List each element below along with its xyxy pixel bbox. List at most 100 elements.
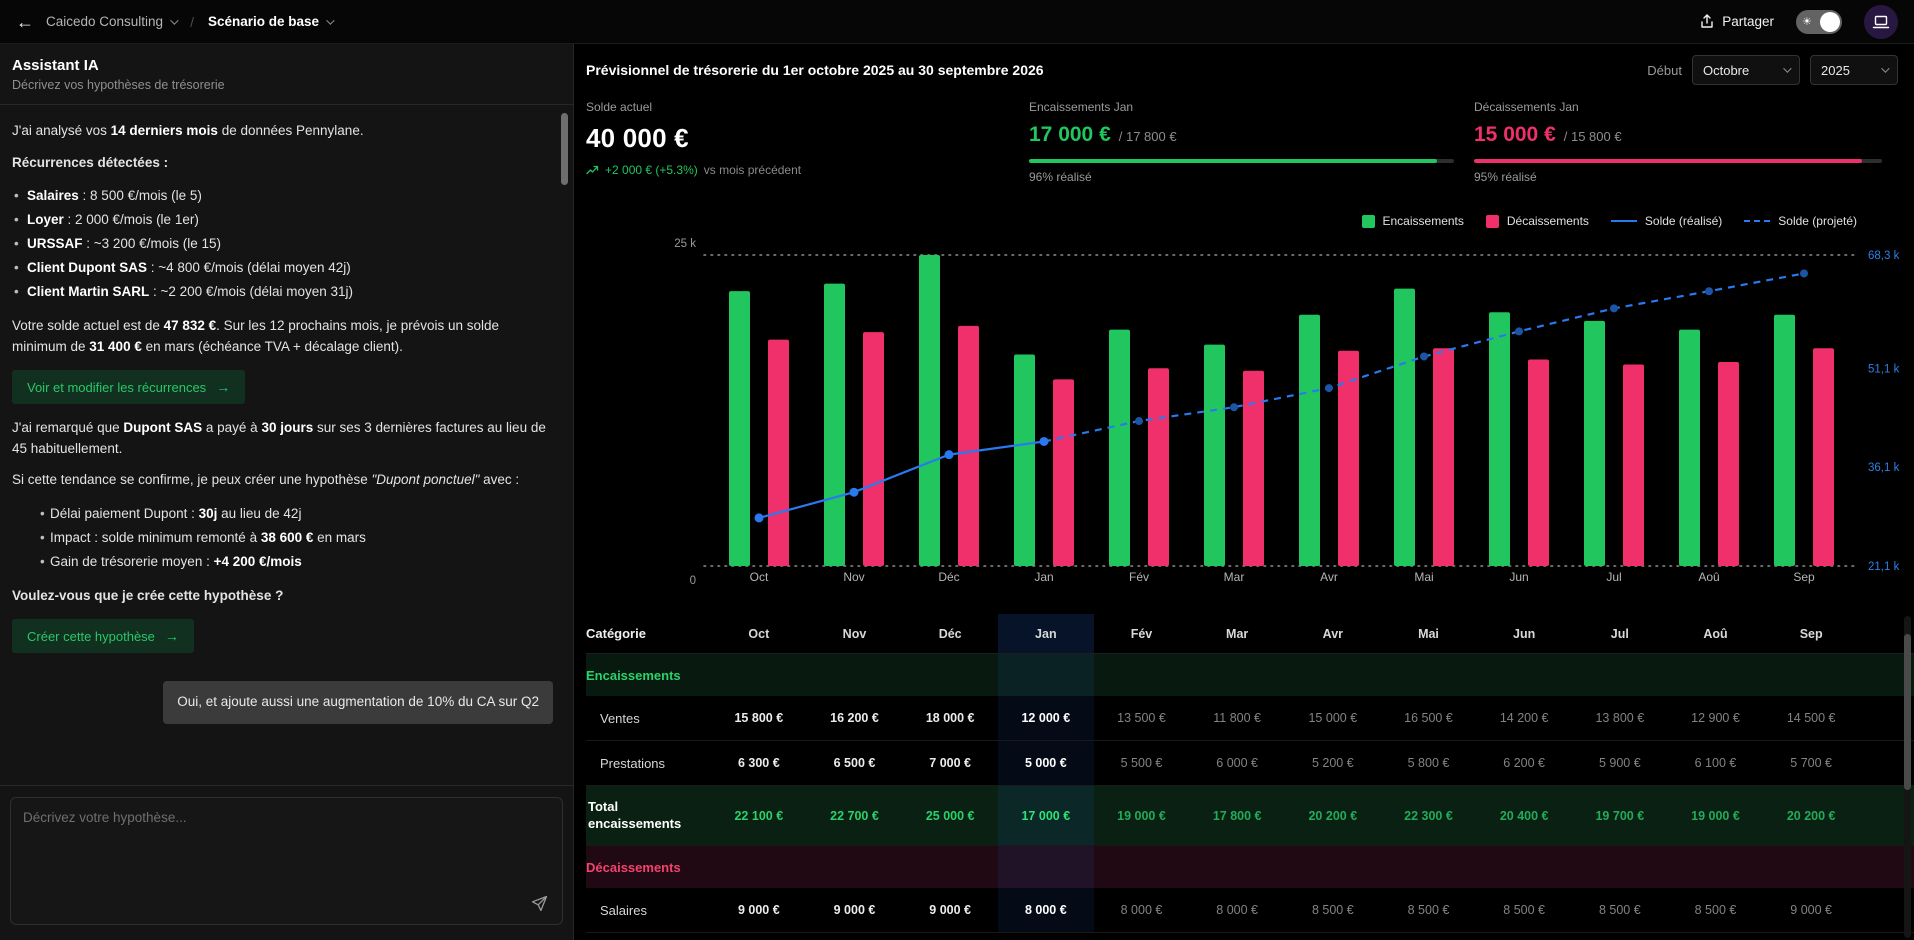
table-row-ventes: Ventes15 800 €16 200 €18 000 €12 000 €13… xyxy=(586,696,1914,741)
send-button[interactable] xyxy=(527,891,552,916)
solde-projete-point xyxy=(1610,304,1618,312)
bar-decaissements-Jan xyxy=(1053,379,1074,566)
solde-realise-point xyxy=(850,488,859,497)
table-cell: 19 000 € xyxy=(1094,809,1190,823)
bar-decaissements-Nov xyxy=(863,332,884,566)
column-header-avr[interactable]: Avr xyxy=(1285,627,1381,641)
table-cell: 16 500 € xyxy=(1381,711,1477,725)
paper-plane-icon xyxy=(531,895,548,912)
theme-toggle[interactable]: ☀ xyxy=(1796,10,1842,34)
assistant-message: Récurrences détectées : xyxy=(12,153,553,174)
kpi-label: Décaissements Jan xyxy=(1474,100,1902,114)
bar-encaissements-Sep xyxy=(1774,315,1795,566)
right-axis-tick: 36,1 k xyxy=(1868,462,1900,474)
assistant-message: Votre solde actuel est de 47 832 €. Sur … xyxy=(12,316,553,357)
column-header-oct[interactable]: Oct xyxy=(711,627,807,641)
table-row-salaires: Salaires9 000 €9 000 €9 000 €8 000 €8 00… xyxy=(586,888,1914,933)
bar-decaissements-Mar xyxy=(1243,371,1264,566)
kpi-value: 15 000 € xyxy=(1474,123,1556,147)
bar-encaissements-Mar xyxy=(1204,345,1225,566)
column-header-mai[interactable]: Mai xyxy=(1381,627,1477,641)
table-row-prestations: Prestations6 300 €6 500 €7 000 €5 000 €5… xyxy=(586,741,1914,786)
table-cell: 6 300 € xyxy=(711,756,807,770)
column-header-nov[interactable]: Nov xyxy=(807,627,903,641)
topbar-actions: Partager ☀ xyxy=(1700,5,1898,39)
hypothesis-list: Délai paiement Dupont : 30j au lieu de 4… xyxy=(12,502,553,574)
bar-decaissements-Oct xyxy=(768,340,789,566)
period-controls: Début Octobre 2025 xyxy=(1647,55,1898,85)
assistant-conversation[interactable]: J'ai analysé vos 14 derniers mois de don… xyxy=(0,105,573,785)
column-header-jan[interactable]: Jan xyxy=(998,614,1094,653)
table-cell: 9 000 € xyxy=(711,903,807,917)
table-cell: 5 900 € xyxy=(1572,756,1668,770)
sun-icon: ☀ xyxy=(1802,15,1812,28)
table-cell: 5 000 € xyxy=(998,741,1094,785)
solde-projete-point xyxy=(1705,287,1713,295)
bar-encaissements-Aoû xyxy=(1679,330,1700,566)
kpi-label: Solde actuel xyxy=(586,100,1029,114)
right-axis-tick: 51,1 k xyxy=(1868,363,1900,375)
x-tick-Jul: Jul xyxy=(1606,570,1621,584)
column-header-jul[interactable]: Jul xyxy=(1572,627,1668,641)
start-month-select[interactable]: Octobre xyxy=(1692,55,1800,85)
table-cell: 8 500 € xyxy=(1285,903,1381,917)
company-name: Caicedo Consulting xyxy=(46,14,163,29)
view-recurrences-button[interactable]: Voir et modifier les récurrences → xyxy=(12,370,245,404)
kpi-target: / 15 800 € xyxy=(1564,129,1622,144)
recurrence-item: Client Dupont SAS : ~4 800 €/mois (délai… xyxy=(12,256,553,280)
kpi-encaissements: Encaissements Jan 17 000 € / 17 800 € 96… xyxy=(1029,100,1474,200)
table-cell: 22 100 € xyxy=(711,809,807,823)
table-cell: 25 000 € xyxy=(902,809,998,823)
table-cell: 14 200 € xyxy=(1476,711,1572,725)
hypothesis-item: Gain de trésorerie moyen : +4 200 €/mois xyxy=(12,550,553,574)
table-cell: 6 100 € xyxy=(1668,756,1764,770)
solde-realise-point xyxy=(755,513,764,522)
recurrence-item: Client Martin SARL : ~2 200 €/mois (déla… xyxy=(12,280,553,304)
column-header-jun[interactable]: Jun xyxy=(1476,627,1572,641)
table-scrollbar[interactable] xyxy=(1904,634,1911,790)
share-button[interactable]: Partager xyxy=(1700,14,1774,29)
column-header-sep[interactable]: Sep xyxy=(1763,627,1859,641)
table-cell: 8 000 € xyxy=(998,888,1094,932)
main-panel: Prévisionnel de trésorerie du 1er octobr… xyxy=(574,44,1914,940)
solde-projete-point xyxy=(1800,269,1808,277)
back-arrow-icon[interactable]: ← xyxy=(16,13,34,31)
create-hypothesis-label: Créer cette hypothèse xyxy=(27,629,155,644)
column-header-fev[interactable]: Fév xyxy=(1094,627,1190,641)
column-header-aou[interactable]: Aoû xyxy=(1668,627,1764,641)
left-axis-zero: 0 xyxy=(690,575,696,587)
recurrence-item: Salaires : 8 500 €/mois (le 5) xyxy=(12,184,553,208)
x-tick-Fév: Fév xyxy=(1129,570,1149,584)
row-label: Salaires xyxy=(586,903,711,918)
recurrence-item: Loyer : 2 000 €/mois (le 1er) xyxy=(12,208,553,232)
table-cell: 7 000 € xyxy=(902,756,998,770)
column-header-dec[interactable]: Déc xyxy=(902,627,998,641)
section-label: Décaissements xyxy=(586,860,711,875)
x-tick-Nov: Nov xyxy=(843,570,864,584)
arrow-right-icon: → xyxy=(165,628,179,644)
table-cell: 15 000 € xyxy=(1285,711,1381,725)
hypothesis-input[interactable] xyxy=(11,798,562,924)
user-message-bubble: Oui, et ajoute aussi une augmentation de… xyxy=(163,681,553,724)
device-button[interactable] xyxy=(1864,5,1898,39)
share-label: Partager xyxy=(1722,14,1774,29)
table-cell: 8 500 € xyxy=(1476,903,1572,917)
solde-realise-point xyxy=(945,450,954,459)
table-cell: 9 000 € xyxy=(1763,903,1859,917)
view-recurrences-label: Voir et modifier les récurrences xyxy=(27,380,206,395)
company-dropdown[interactable]: Caicedo Consulting xyxy=(46,14,176,29)
table-cell: 8 000 € xyxy=(1094,903,1190,917)
row-label: Prestations xyxy=(586,756,711,771)
start-year-select[interactable]: 2025 xyxy=(1810,55,1898,85)
table-cell: 5 800 € xyxy=(1381,756,1477,770)
scenario-name: Scénario de base xyxy=(208,14,319,29)
solde-projete-point xyxy=(1135,417,1143,425)
column-header-mar[interactable]: Mar xyxy=(1189,627,1285,641)
bar-encaissements-Jun xyxy=(1489,312,1510,566)
scenario-dropdown[interactable]: Scénario de base xyxy=(208,14,332,29)
create-hypothesis-button[interactable]: Créer cette hypothèse → xyxy=(12,619,194,653)
table-cell: 5 700 € xyxy=(1763,756,1859,770)
x-tick-Oct: Oct xyxy=(750,570,769,584)
x-tick-Aoû: Aoû xyxy=(1698,570,1719,584)
sidebar-scrollbar[interactable] xyxy=(561,113,568,185)
